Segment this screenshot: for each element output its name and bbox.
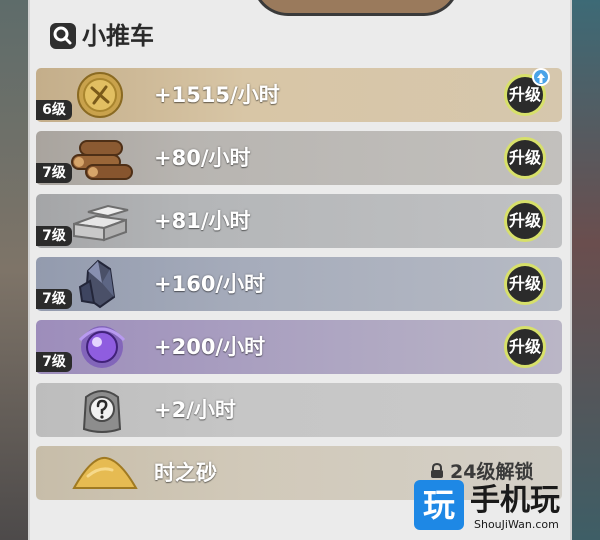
mystery-item-icon [82, 390, 122, 433]
level-badge: 7级 [36, 163, 72, 183]
level-badge: 6级 [36, 100, 72, 120]
level-badge: 7级 [36, 352, 72, 372]
upgrade-button[interactable]: 升级 [504, 326, 546, 368]
production-rate: +160/小时 [154, 272, 266, 296]
resource-row-mystery[interactable]: +2/小时 [36, 383, 562, 437]
pouch-graphic [252, 0, 460, 16]
resource-row-gold[interactable]: 6级 +1515/小时 升级 [36, 68, 562, 122]
site-watermark: 玩 手机玩 ShouJiWan.com [414, 480, 590, 538]
purple-orb-icon [78, 326, 126, 368]
resource-name: 时之砂 [154, 461, 217, 485]
gold-coin-icon [77, 72, 123, 118]
resource-row-stone[interactable]: 7级 +81/小时 升级 [36, 194, 562, 248]
watermark-url: ShouJiWan.com [474, 518, 559, 531]
level-badge: 7级 [36, 289, 72, 309]
upgrade-button[interactable]: 升级 [504, 137, 546, 179]
production-rate: +200/小时 [154, 335, 266, 359]
crystal-ore-icon [78, 259, 116, 309]
sand-pile-icon [72, 456, 138, 489]
watermark-logo: 玩 [414, 480, 464, 530]
production-rate: +81/小时 [154, 209, 251, 233]
upgrade-button[interactable]: 升级 [504, 263, 546, 305]
production-rate: +1515/小时 [154, 83, 280, 107]
wood-logs-icon [71, 140, 133, 180]
stone-bricks-icon [73, 204, 129, 242]
resource-row-orb[interactable]: 7级 +200/小时 升级 [36, 320, 562, 374]
search-icon [50, 23, 76, 49]
upgrade-button[interactable]: 升级 [504, 200, 546, 242]
level-badge: 7级 [36, 226, 72, 246]
resource-row-wood[interactable]: 7级 +80/小时 升级 [36, 131, 562, 185]
panel-title: 小推车 [82, 22, 154, 50]
watermark-text: 手机玩 [470, 483, 560, 518]
production-rate: +2/小时 [154, 398, 236, 422]
resource-row-crystal[interactable]: 7级 +160/小时 升级 [36, 257, 562, 311]
lock-icon [431, 463, 443, 478]
production-rate: +80/小时 [154, 146, 251, 170]
upgrade-available-icon [532, 68, 550, 86]
